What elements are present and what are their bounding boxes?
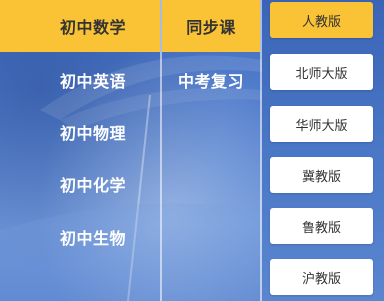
subject-item-label: 初中物理 [60,124,127,143]
subject-list: 初中数学 初中英语 初中物理 初中化学 初中生物 [0,0,160,301]
version-button-pep[interactable]: 人教版 [270,2,373,38]
subject-item-label: 初中生物 [60,229,127,248]
version-button-shanghai[interactable]: 沪教版 [270,259,373,295]
subject-item-physics[interactable]: 初中物理 [0,110,160,154]
version-button-label: 沪教版 [301,271,341,287]
category-item-label: 中考复习 [177,72,244,91]
category-list: 同步课 中考复习 [162,0,260,301]
version-button-bnu[interactable]: 北师大版 [270,54,373,90]
subject-item-label: 初中英语 [60,72,127,91]
category-item-label: 同步课 [186,18,236,37]
version-button-shandong[interactable]: 鲁教版 [270,208,373,244]
subject-item-label: 初中数学 [60,18,127,37]
category-item-exam-review[interactable]: 中考复习 [162,58,260,102]
category-item-sync-course[interactable]: 同步课 [162,0,260,52]
version-button-label: 鲁教版 [301,220,341,236]
subject-item-math[interactable]: 初中数学 [0,0,160,52]
version-button-label: 北师大版 [295,66,348,82]
subject-item-chemistry[interactable]: 初中化学 [0,162,160,206]
version-button-label: 冀教版 [301,169,341,185]
subject-item-label: 初中化学 [60,176,127,195]
subject-item-biology[interactable]: 初中生物 [0,215,160,259]
version-button-ecnu[interactable]: 华师大版 [270,106,373,142]
version-button-label: 华师大版 [295,118,348,134]
version-list: 人教版 北师大版 华师大版 冀教版 鲁教版 沪教版 [262,0,384,301]
subject-item-english[interactable]: 初中英语 [0,58,160,102]
version-button-label: 人教版 [301,14,341,30]
version-button-hebei[interactable]: 冀教版 [270,157,373,193]
